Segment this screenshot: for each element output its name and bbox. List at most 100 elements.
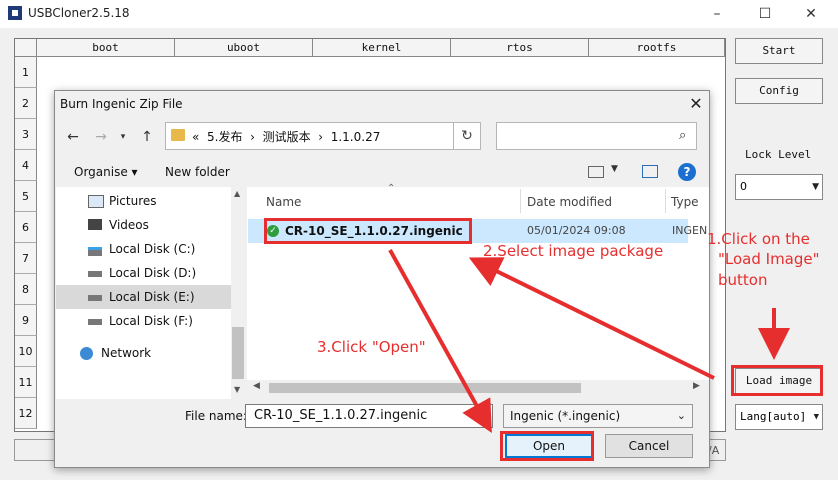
dialog-toolbar: Organise ▾ New folder ▼ ? — [56, 158, 708, 186]
scroll-left-icon[interactable]: ◀ — [253, 381, 260, 391]
row-header: 7 — [15, 243, 37, 274]
horizontal-scrollbar[interactable]: ◀ ▶ — [247, 380, 709, 396]
column-divider — [665, 189, 666, 213]
grid-corner — [15, 39, 37, 57]
nav-item-pictures[interactable]: Pictures — [56, 189, 231, 213]
scroll-up-icon[interactable]: ▲ — [234, 189, 240, 198]
annotation-step1-line3: button — [718, 271, 768, 289]
annotation-step1-line2: "Load Image" — [718, 250, 820, 268]
row-header: 1 — [15, 57, 37, 88]
row-header: 4 — [15, 150, 37, 181]
chevron-down-icon: ▼ — [813, 412, 819, 422]
column-header-kernel: kernel — [313, 39, 451, 57]
column-header-rootfs: rootfs — [589, 39, 725, 57]
highlight-file — [264, 218, 472, 244]
chevron-down-icon: ⌄ — [676, 409, 686, 422]
row-header: 6 — [15, 212, 37, 243]
drive-icon — [88, 271, 102, 277]
file-name-value: CR-10_SE_1.1.0.27.ingenic — [254, 408, 428, 423]
row-header: 2 — [15, 88, 37, 119]
file-type-value: Ingenic (*.ingenic) — [510, 409, 621, 423]
nav-item-local-disk-d[interactable]: Local Disk (D:) — [56, 261, 231, 285]
lock-level-label: Lock Level — [745, 148, 812, 161]
drive-icon — [88, 247, 102, 256]
forward-arrow-icon[interactable]: → — [91, 127, 111, 147]
breadcrumb-item[interactable]: 测试版本 — [263, 130, 311, 144]
cancel-button[interactable]: Cancel — [605, 434, 693, 458]
window-title: USBCloner2.5.18 — [28, 6, 130, 20]
highlight-load-image-button — [731, 365, 823, 396]
annotation-step1-line1: 1.Click on the — [707, 230, 810, 248]
search-icon: ⌕ — [679, 128, 687, 143]
column-header-name[interactable]: Name — [266, 195, 301, 209]
back-arrow-icon[interactable]: ← — [63, 127, 83, 147]
column-header-uboot: uboot — [175, 39, 313, 57]
file-name-input[interactable]: CR-10_SE_1.1.0.27.ingenic ⌄ — [245, 404, 493, 428]
file-type-select[interactable]: Ingenic (*.ingenic) ⌄ — [503, 404, 693, 428]
recent-locations-icon[interactable]: ▾ — [113, 127, 133, 147]
dialog-close-button[interactable]: ✕ — [685, 93, 707, 115]
drive-icon — [88, 295, 102, 301]
breadcrumb-item[interactable]: 5.发布 — [207, 130, 242, 144]
start-button[interactable]: Start — [735, 38, 823, 64]
preview-pane-icon[interactable] — [642, 165, 658, 178]
minimize-button[interactable]: – — [702, 4, 732, 24]
navigation-pane: Pictures Videos Local Disk (C:) Local Di… — [56, 187, 245, 399]
file-open-dialog: Burn Ingenic Zip File ✕ ← → ▾ ↑ « 5.发布 ›… — [54, 90, 710, 468]
language-select[interactable]: Lang[auto] ▼ — [735, 404, 823, 430]
breadcrumb: « 5.发布 › 测试版本 › 1.1.0.27 — [192, 128, 380, 145]
help-icon[interactable]: ? — [678, 163, 696, 181]
column-header-date-modified[interactable]: Date modified — [527, 195, 612, 209]
search-input[interactable]: ⌕ — [496, 122, 697, 150]
chevron-down-icon[interactable]: ▼ — [611, 164, 618, 174]
language-value: Lang[auto] — [740, 410, 807, 423]
network-icon — [80, 347, 93, 360]
breadcrumb-overflow[interactable]: « — [192, 130, 199, 144]
close-button[interactable]: ✕ — [796, 4, 826, 24]
scroll-down-icon[interactable]: ▼ — [234, 385, 240, 394]
annotation-step2: 2.Select image package — [483, 242, 664, 260]
pictures-icon — [88, 195, 104, 208]
breadcrumb-item[interactable]: 1.1.0.27 — [331, 130, 381, 144]
row-header: 11 — [15, 367, 37, 398]
up-arrow-icon[interactable]: ↑ — [137, 127, 157, 147]
file-date-modified: 05/01/2024 09:08 — [527, 224, 626, 237]
drive-icon — [88, 319, 102, 325]
row-header: 12 — [15, 398, 37, 429]
chevron-right-icon: › — [250, 130, 255, 144]
row-header: 8 — [15, 274, 37, 305]
row-header: 9 — [15, 305, 37, 336]
view-options-icon[interactable] — [588, 166, 604, 178]
nav-scrollbar[interactable]: ▲ ▼ — [231, 187, 245, 399]
file-name-label: File name: — [185, 409, 247, 423]
column-header-rtos: rtos — [451, 39, 589, 57]
nav-item-local-disk-e[interactable]: Local Disk (E:) — [56, 285, 231, 309]
row-header: 3 — [15, 119, 37, 150]
column-header-boot: boot — [37, 39, 175, 57]
chevron-down-icon: ▼ — [812, 182, 819, 192]
column-header-type[interactable]: Type — [671, 195, 699, 209]
maximize-button[interactable]: ☐ — [750, 4, 780, 24]
scroll-thumb[interactable] — [232, 327, 244, 379]
highlight-open-button — [500, 431, 594, 461]
sort-ascending-icon: ⌃ — [387, 183, 396, 194]
scroll-right-icon[interactable]: ▶ — [693, 381, 700, 391]
nav-item-local-disk-c[interactable]: Local Disk (C:) — [56, 237, 231, 261]
organise-button[interactable]: Organise ▾ — [74, 165, 138, 179]
config-button[interactable]: Config — [735, 78, 823, 104]
row-header: 5 — [15, 181, 37, 212]
nav-item-local-disk-f[interactable]: Local Disk (F:) — [56, 309, 231, 333]
address-bar[interactable]: « 5.发布 › 测试版本 › 1.1.0.27 ⌄ — [165, 122, 473, 150]
dialog-title: Burn Ingenic Zip File — [60, 97, 183, 111]
app-icon — [8, 6, 22, 20]
lock-level-select[interactable]: 0 ▼ — [735, 174, 823, 200]
refresh-icon[interactable]: ↻ — [453, 122, 481, 150]
annotation-step3: 3.Click "Open" — [317, 338, 426, 356]
folder-icon — [171, 129, 185, 141]
scroll-thumb[interactable] — [269, 383, 581, 393]
new-folder-button[interactable]: New folder — [165, 165, 230, 179]
lock-level-value: 0 — [740, 180, 747, 193]
nav-item-network[interactable]: Network — [56, 341, 231, 365]
nav-item-videos[interactable]: Videos — [56, 213, 231, 237]
chevron-down-icon[interactable]: ⌄ — [477, 405, 486, 427]
